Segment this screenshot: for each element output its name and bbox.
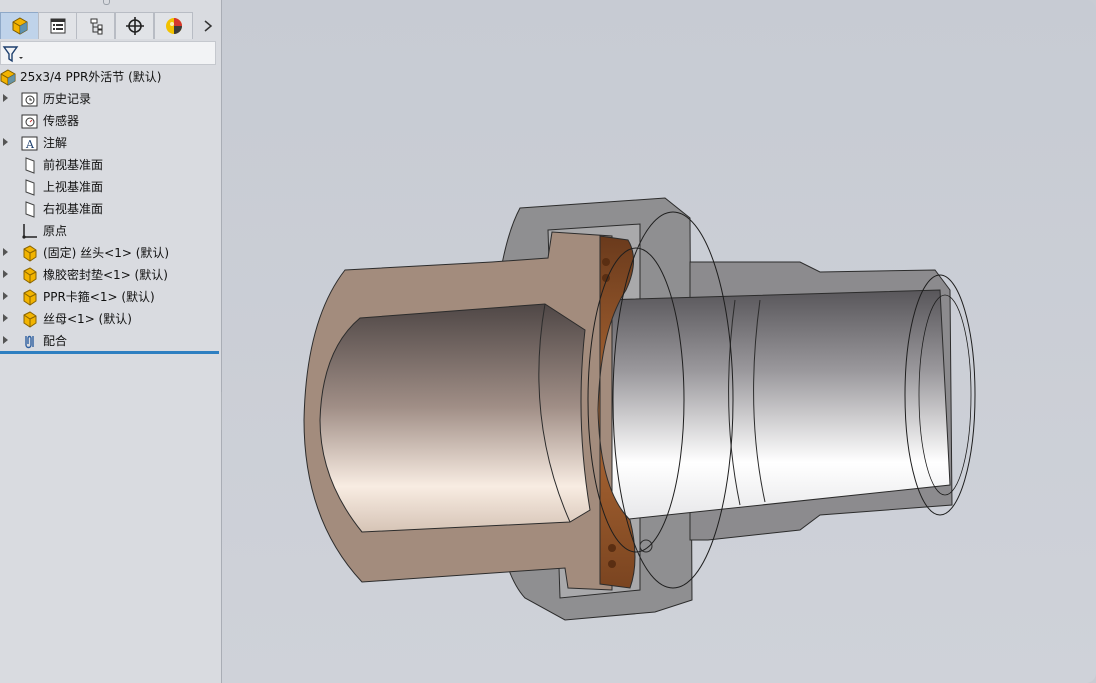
tree-root-assembly[interactable]: 25x3/4 PPR外活节 (默认) [0,66,221,88]
plane-icon [21,201,38,218]
tree-item-history[interactable]: 历史记录 [0,88,221,110]
panel-grip[interactable] [103,0,110,5]
svg-text:A: A [25,138,35,151]
tree-item-label: 丝母<1> (默认) [43,312,132,326]
tree-item-label: (固定) 丝头<1> (默认) [43,246,170,260]
tree-item-front-plane[interactable]: 前视基准面 [0,154,221,176]
expand-arrow-icon[interactable] [3,138,8,146]
tree-root-label: 25x3/4 PPR外活节 (默认) [20,70,162,84]
tab-displaymanager[interactable] [154,12,193,39]
part-icon [21,245,38,262]
tree-item-part-rubber-gasket[interactable]: 橡胶密封垫<1> (默认) [0,264,221,286]
expand-arrow-icon[interactable] [3,248,8,256]
feature-manager-panel: 25x3/4 PPR外活节 (默认) 历史记录 传感器 A 注解 前视基准面 上… [0,0,222,683]
rollback-bar[interactable] [0,351,219,354]
history-folder-icon [21,91,38,108]
tree-item-annotations[interactable]: A 注解 [0,132,221,154]
tree-item-label: PPR卡箍<1> (默认) [43,290,155,304]
ppr-bore [319,303,591,533]
crosshair-target-icon [125,17,144,35]
mates-icon [21,333,38,350]
filter-icon[interactable] [2,44,26,64]
expand-arrow-icon[interactable] [3,94,8,102]
tree-item-part-nut[interactable]: 丝母<1> (默认) [0,308,221,330]
assembly-icon [0,69,17,86]
graphics-viewport[interactable] [222,0,1096,683]
tree-item-origin[interactable]: 原点 [0,220,221,242]
configuration-icon [90,18,102,35]
tabs-overflow-button[interactable] [200,16,216,36]
tree-item-part-ppr-clamp[interactable]: PPR卡箍<1> (默认) [0,286,221,308]
tree-item-label: 注解 [43,136,68,150]
expand-arrow-icon[interactable] [3,292,8,300]
plane-icon [21,179,38,196]
tree-item-label: 传感器 [43,114,80,128]
tab-configurationmanager[interactable] [76,12,115,39]
tab-featuremanager[interactable] [0,12,39,39]
tree-item-sensors[interactable]: 传感器 [0,110,221,132]
tree-item-mates[interactable]: 配合 [0,330,221,352]
property-list-icon [50,18,65,34]
chevron-right-icon [204,20,213,32]
part-icon [21,311,38,328]
ppr-union-section-model[interactable] [222,0,1096,683]
tree-item-label: 右视基准面 [43,202,104,216]
tree-filter-bar[interactable] [0,41,216,65]
annotation-folder-icon: A [21,135,38,152]
origin-icon [21,223,38,240]
plane-icon [21,157,38,174]
part-icon [21,267,38,284]
part-cube-icon [12,17,27,35]
part-icon [21,289,38,306]
expand-arrow-icon[interactable] [3,314,8,322]
tree-item-label: 前视基准面 [43,158,104,172]
tree-item-label: 橡胶密封垫<1> (默认) [43,268,168,282]
sensor-folder-icon [21,113,38,130]
tree-item-right-plane[interactable]: 右视基准面 [0,198,221,220]
tree-item-top-plane[interactable]: 上视基准面 [0,176,221,198]
expand-arrow-icon[interactable] [3,270,8,278]
manager-tabs [0,12,222,40]
expand-arrow-icon[interactable] [3,336,8,344]
tree-item-label: 上视基准面 [43,180,104,194]
tree-item-label: 配合 [43,334,68,348]
tab-dimxpertmanager[interactable] [115,12,154,39]
tree-item-part-thread-head[interactable]: (固定) 丝头<1> (默认) [0,242,221,264]
tree-item-label: 原点 [43,224,68,238]
tab-propertymanager[interactable] [38,12,77,39]
appearance-pie-icon [165,18,182,34]
tree-item-label: 历史记录 [43,92,92,106]
